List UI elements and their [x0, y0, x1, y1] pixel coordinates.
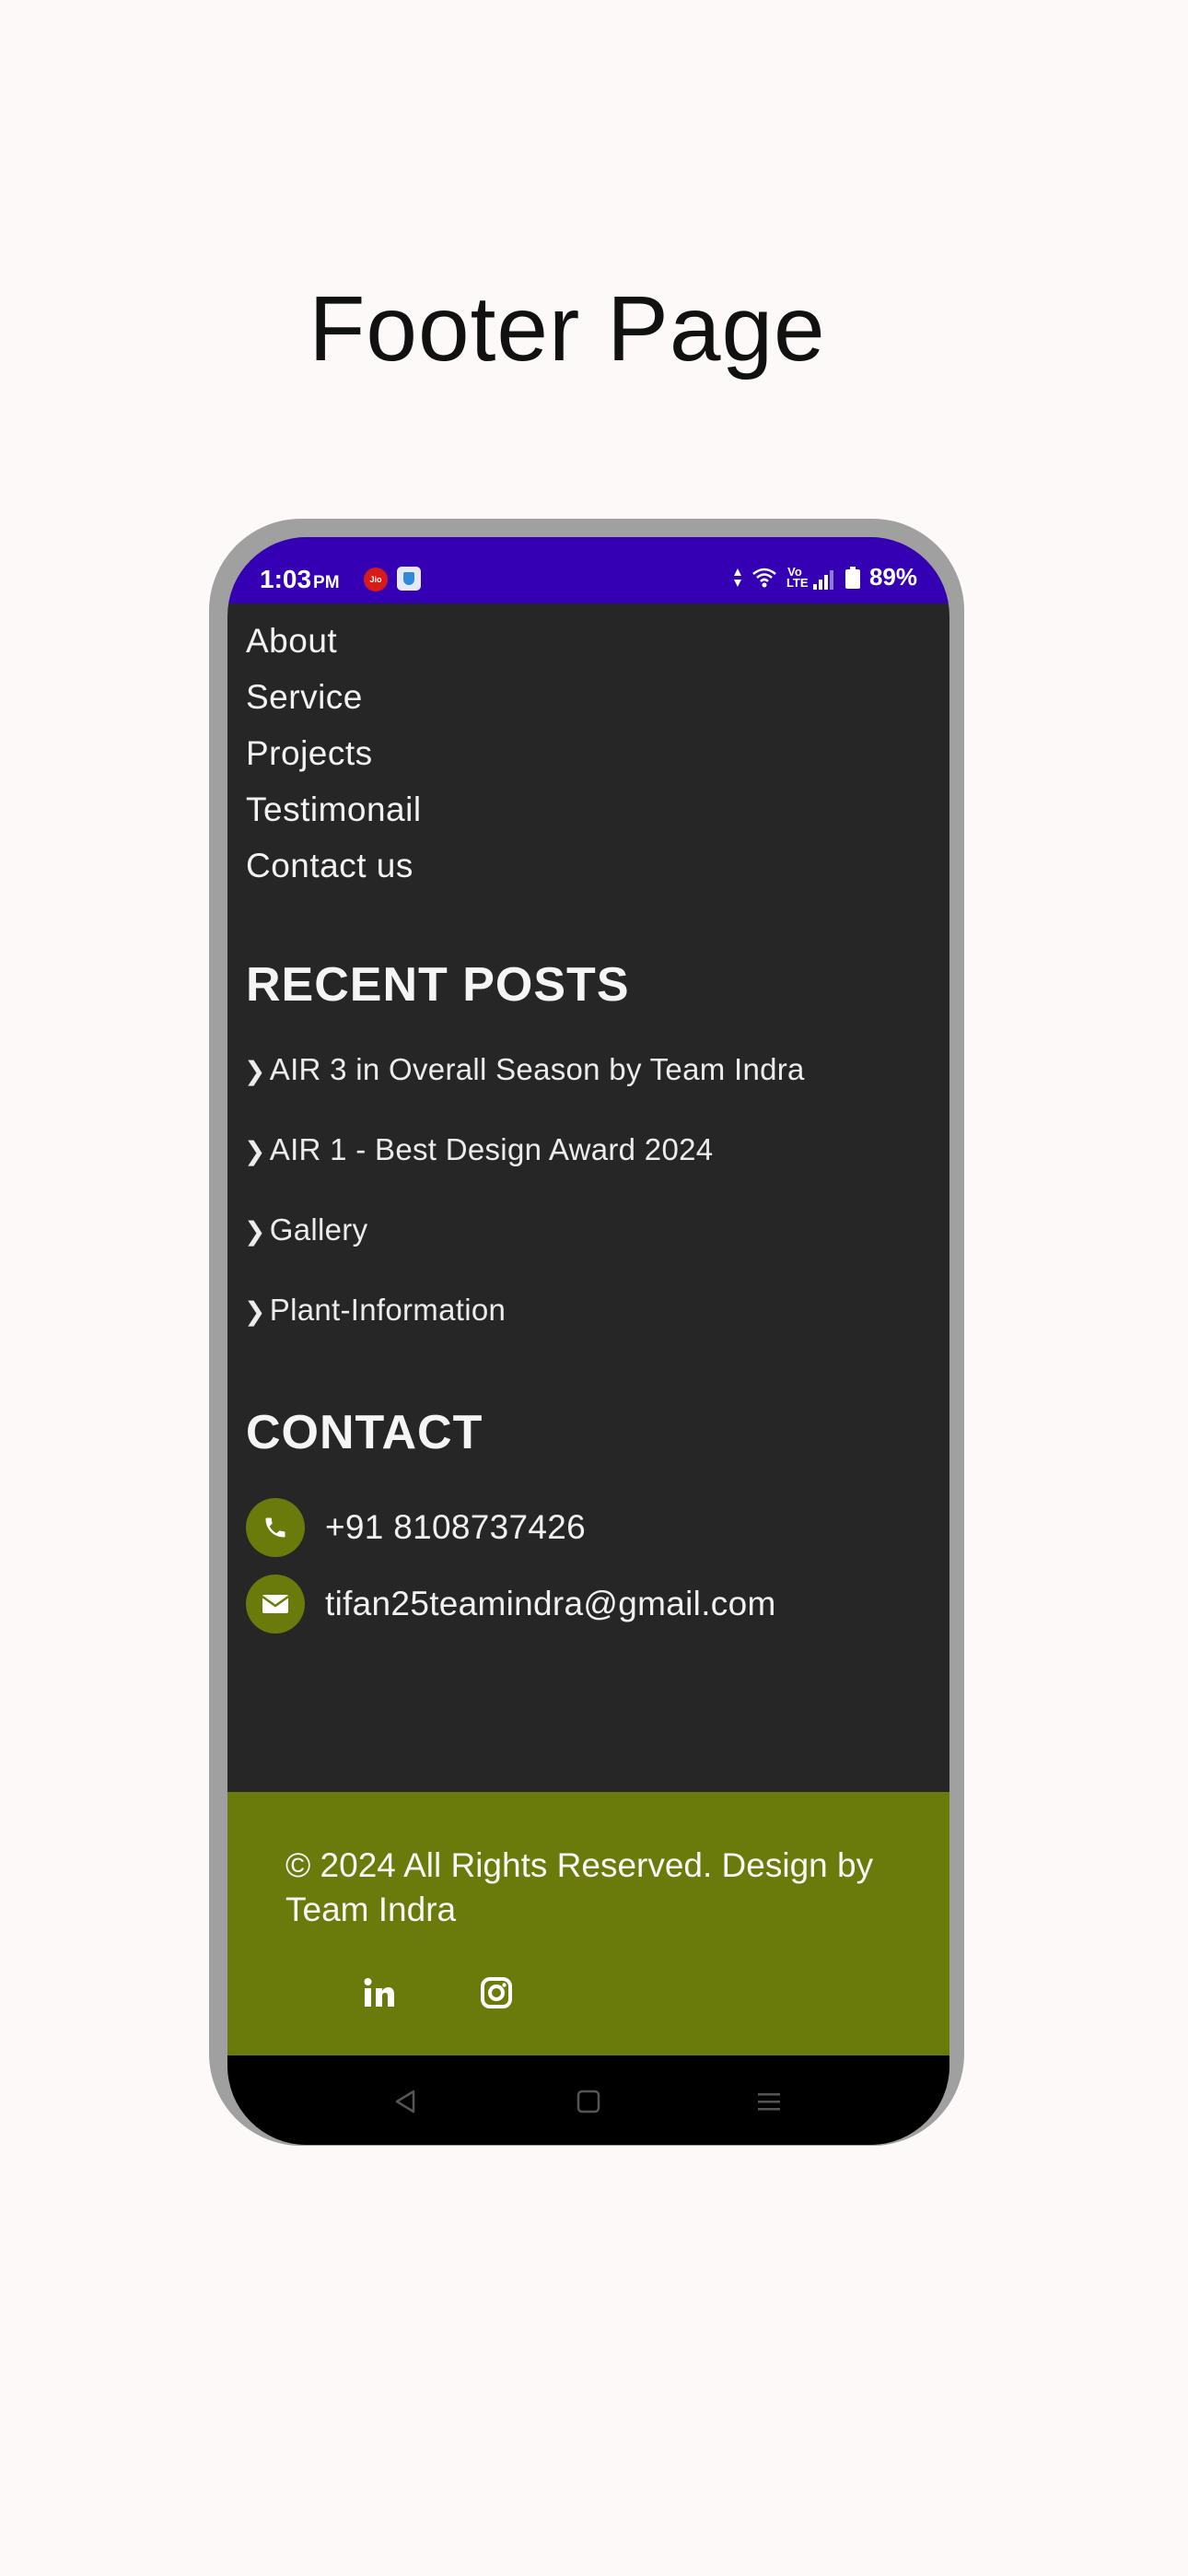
recents-menu-icon[interactable] [751, 2083, 787, 2120]
phone-screen: 1:03 PM Jio Vo LTE 89% About Service Pro… [227, 537, 949, 2145]
copyright-text: © 2024 All Rights Reserved. Design by Te… [285, 1846, 874, 1928]
chevron-right-icon: ❯ [244, 1217, 266, 1246]
post-link-gallery[interactable]: ❯ Gallery [244, 1212, 367, 1247]
chevron-right-icon: ❯ [244, 1057, 266, 1085]
status-time: 1:03 PM [260, 565, 340, 594]
post-title: Plant-Information [269, 1293, 507, 1327]
nav-link-service[interactable]: Service [246, 669, 422, 725]
status-time-value: 1:03 [260, 565, 312, 593]
instagram-icon[interactable] [478, 1974, 515, 2011]
system-nav-bar [227, 2055, 949, 2145]
battery-icon [844, 566, 860, 589]
back-triangle-icon[interactable] [387, 2083, 424, 2120]
contact-email: tifan25teamindra@gmail.com [325, 1585, 776, 1622]
page-title: Footer Page [309, 277, 826, 381]
post-link-plant-information[interactable]: ❯ Plant-Information [244, 1293, 506, 1328]
footer-nav: About Service Projects Testimonail Conta… [246, 613, 422, 894]
recent-posts-heading: RECENT POSTS [246, 958, 630, 1012]
post-title: AIR 3 in Overall Season by Team Indra [269, 1052, 805, 1086]
home-square-icon[interactable] [570, 2083, 607, 2120]
nav-link-about[interactable]: About [246, 613, 422, 669]
contact-phone-row[interactable]: +91 8108737426 [246, 1498, 586, 1557]
post-title: AIR 1 - Best Design Award 2024 [269, 1132, 714, 1166]
footer-band: © 2024 All Rights Reserved. Design by Te… [227, 1792, 949, 2055]
nav-link-projects[interactable]: Projects [246, 725, 422, 781]
contact-phone: +91 8108737426 [325, 1508, 587, 1546]
status-ampm: PM [313, 573, 340, 592]
linkedin-icon[interactable] [361, 1974, 398, 2011]
battery-percent: 89% [868, 563, 917, 591]
post-link-air3[interactable]: ❯ AIR 3 in Overall Season by Team Indra [244, 1052, 805, 1087]
data-arrows-icon [733, 567, 742, 589]
status-bar: 1:03 PM Jio Vo LTE 89% [227, 537, 949, 603]
status-right-cluster: Vo LTE 89% [733, 563, 917, 591]
contact-email-row[interactable]: tifan25teamindra@gmail.com [246, 1575, 776, 1633]
chevron-right-icon: ❯ [244, 1137, 266, 1165]
phone-icon [246, 1498, 305, 1557]
chevron-right-icon: ❯ [244, 1297, 266, 1326]
volte-icon: Vo LTE [786, 564, 809, 590]
nav-link-testimonial[interactable]: Testimonail [246, 781, 422, 837]
post-link-air1[interactable]: ❯ AIR 1 - Best Design Award 2024 [244, 1132, 713, 1167]
contact-heading: CONTACT [246, 1406, 483, 1459]
envelope-icon [246, 1575, 305, 1633]
signal-icon [812, 568, 836, 590]
post-title: Gallery [269, 1212, 368, 1247]
jio-icon: Jio [364, 568, 388, 591]
vpn-shield-icon [397, 567, 421, 591]
nav-link-contact[interactable]: Contact us [246, 837, 422, 894]
wifi-icon [751, 567, 777, 589]
